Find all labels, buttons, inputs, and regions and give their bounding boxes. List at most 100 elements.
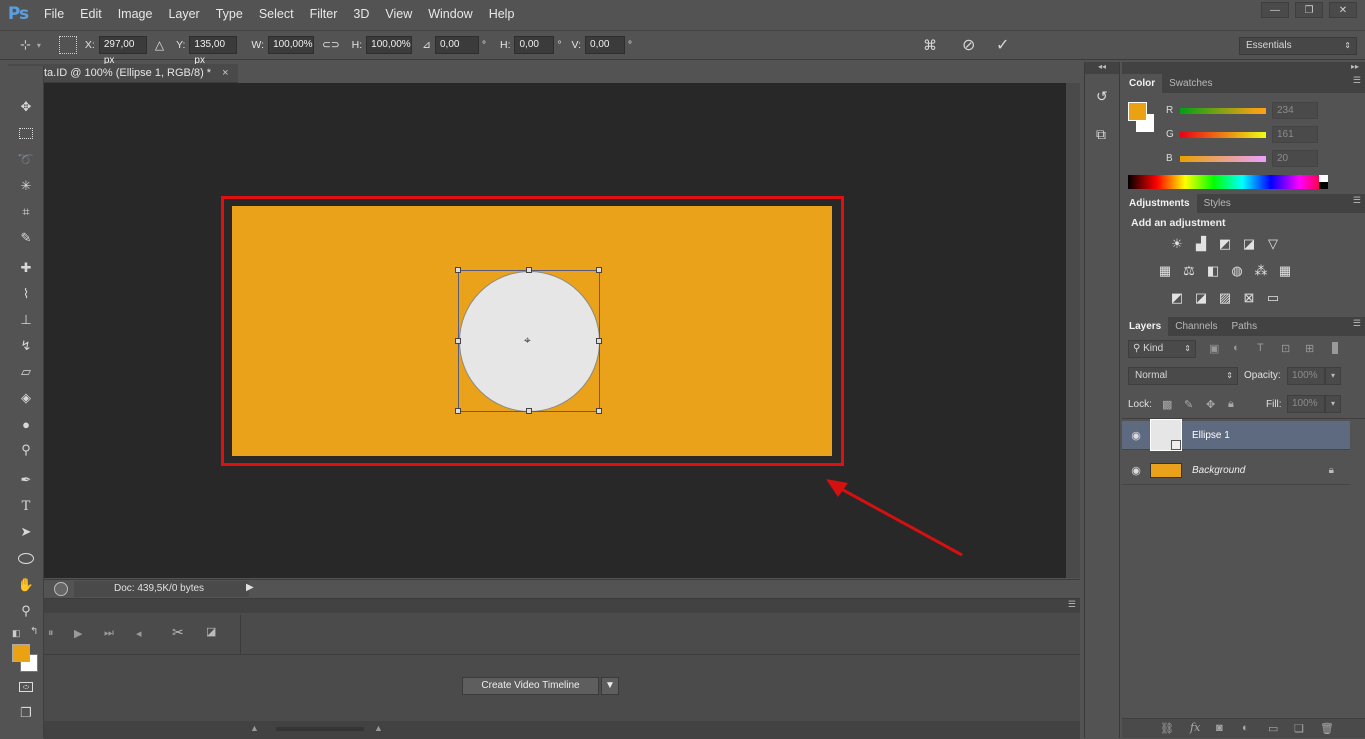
move-tool-icon[interactable]: ✥ xyxy=(16,98,36,116)
tab-color[interactable]: Color xyxy=(1122,74,1163,93)
red-value-input[interactable]: 234 xyxy=(1272,102,1318,119)
timeline-dropdown-icon[interactable]: ▼ xyxy=(601,677,619,695)
exposure-icon[interactable]: ◪ xyxy=(1241,236,1257,251)
filter-type-icon[interactable]: T xyxy=(1257,342,1264,354)
curves-icon[interactable]: ◩ xyxy=(1217,236,1233,251)
green-value-input[interactable]: 161 xyxy=(1272,126,1318,143)
delete-layer-trash-icon[interactable]: 🗑︎ xyxy=(1320,722,1334,735)
red-slider[interactable] xyxy=(1180,107,1266,114)
tab-adjustments[interactable]: Adjustments xyxy=(1122,194,1197,213)
new-group-folder-icon[interactable]: ▭ xyxy=(1268,722,1278,735)
default-colors-icon[interactable]: ◧ xyxy=(12,628,21,639)
layer-visibility-eye-icon[interactable]: ◉ xyxy=(1122,464,1150,477)
marquee-tool-icon[interactable] xyxy=(16,124,36,142)
restore-button[interactable]: ❐ xyxy=(1295,2,1323,18)
healing-brush-tool-icon[interactable]: ✚ xyxy=(16,259,36,277)
link-layers-icon[interactable]: ⛓ xyxy=(1160,722,1174,735)
filter-shape-icon[interactable]: ⊡ xyxy=(1281,342,1290,355)
menu-edit[interactable]: Edit xyxy=(72,0,110,28)
tab-paths[interactable]: Paths xyxy=(1225,317,1265,336)
fill-dropdown-icon[interactable]: ▾ xyxy=(1325,395,1341,413)
black-white-icon[interactable]: ◧ xyxy=(1205,263,1221,278)
color-spectrum-bar[interactable] xyxy=(1128,175,1328,189)
quick-mask-icon[interactable] xyxy=(16,678,36,696)
transform-handle-tl[interactable] xyxy=(455,267,461,273)
step-forward-icon[interactable]: ⏭ xyxy=(104,627,114,640)
layer-visibility-eye-icon[interactable]: ◉ xyxy=(1122,429,1150,442)
gradient-map-icon[interactable]: ▭ xyxy=(1265,290,1281,305)
threshold-icon[interactable]: ▨ xyxy=(1217,290,1233,305)
transform-handle-b[interactable] xyxy=(526,408,532,414)
menu-layer[interactable]: Layer xyxy=(160,0,207,28)
history-panel-icon[interactable]: ↺ xyxy=(1096,88,1108,105)
fill-input[interactable]: 100% xyxy=(1287,395,1325,413)
menu-window[interactable]: Window xyxy=(420,0,480,28)
link-icon[interactable]: ⊂⊃ xyxy=(322,39,340,51)
green-slider[interactable] xyxy=(1180,131,1266,138)
color-panel-menu-icon[interactable]: ☰ xyxy=(1353,75,1361,86)
menu-filter[interactable]: Filter xyxy=(302,0,346,28)
layers-panel-menu-icon[interactable]: ☰ xyxy=(1353,318,1361,329)
filter-smart-object-icon[interactable]: ⊞ xyxy=(1305,342,1314,355)
eyedropper-tool-icon[interactable]: ✎ xyxy=(16,229,36,247)
transition-icon[interactable]: ◪ xyxy=(206,625,216,638)
levels-icon[interactable]: ▟ xyxy=(1193,236,1209,251)
layer-style-fx-icon[interactable]: fx xyxy=(1190,721,1200,734)
width-input[interactable]: 100,00% xyxy=(268,36,315,54)
invert-icon[interactable]: ◩ xyxy=(1169,290,1185,305)
color-lookup-icon[interactable]: ▦ xyxy=(1277,263,1293,278)
angle-input[interactable]: 0,00 xyxy=(434,36,479,54)
ellipse-tool-icon[interactable] xyxy=(16,549,36,567)
layer-row-ellipse[interactable]: ◉ Ellipse 1 xyxy=(1122,419,1350,451)
type-tool-icon[interactable]: T xyxy=(16,497,36,515)
blur-tool-icon[interactable]: ● xyxy=(16,415,36,433)
blue-slider[interactable] xyxy=(1180,155,1266,162)
selective-color-icon[interactable]: ⊠ xyxy=(1241,290,1257,305)
spectrum-bw-swatch[interactable] xyxy=(1319,175,1328,189)
play-start-icon[interactable]: ⏸ xyxy=(48,627,54,640)
x-input[interactable]: 297,00 px xyxy=(98,36,147,66)
crop-tool-icon[interactable]: ⌗ xyxy=(16,203,36,221)
brightness-contrast-icon[interactable]: ☀ xyxy=(1169,236,1185,251)
properties-panel-icon[interactable]: ⧉ xyxy=(1096,126,1106,143)
brush-tool-icon[interactable]: ⌇ xyxy=(16,285,36,303)
clone-stamp-tool-icon[interactable]: ⊥ xyxy=(16,311,36,329)
photo-filter-icon[interactable]: ◍ xyxy=(1229,263,1245,278)
history-brush-tool-icon[interactable]: ↯ xyxy=(16,337,36,355)
transform-handle-t[interactable] xyxy=(526,267,532,273)
swap-colors-icon[interactable]: ↰ xyxy=(30,626,38,637)
filter-adjustment-icon[interactable]: ◐ xyxy=(1233,342,1240,354)
collapse-dock-icon[interactable]: ▸▸ xyxy=(1122,62,1365,74)
preset-chevron-icon[interactable]: ▾ xyxy=(37,41,41,50)
new-adjustment-layer-icon[interactable]: ◐ xyxy=(1242,722,1249,734)
layer-row-background[interactable]: ◉ Background 🔒︎ xyxy=(1122,456,1350,485)
lock-transparency-icon[interactable]: ▩ xyxy=(1162,398,1172,411)
zoom-tool-icon[interactable]: ⚲ xyxy=(16,602,36,620)
warp-icon[interactable]: ⌘ xyxy=(923,37,937,54)
move-tool-preset-icon[interactable]: ⊹ xyxy=(20,37,31,53)
close-button[interactable]: ✕ xyxy=(1329,2,1357,18)
magic-wand-tool-icon[interactable]: ✳ xyxy=(16,177,36,195)
path-selection-tool-icon[interactable]: ➤ xyxy=(16,523,36,541)
close-document-icon[interactable]: × xyxy=(222,67,228,79)
reference-point-icon[interactable] xyxy=(58,36,77,54)
opacity-input[interactable]: 100% xyxy=(1287,367,1325,385)
layer-name[interactable]: Ellipse 1 xyxy=(1192,430,1230,441)
collapse-strip-icon[interactable]: ◂◂ xyxy=(1085,62,1119,74)
y-input[interactable]: 135,00 px xyxy=(189,36,238,66)
lock-pixels-icon[interactable]: ✎ xyxy=(1184,398,1193,411)
create-video-timeline-button[interactable]: Create Video Timeline xyxy=(462,677,599,695)
new-layer-icon[interactable]: ❏ xyxy=(1294,722,1304,735)
pen-tool-icon[interactable]: ✒ xyxy=(16,471,36,489)
transform-handle-br[interactable] xyxy=(596,408,602,414)
workspace-select[interactable]: Essentials ⇕ xyxy=(1239,37,1357,55)
play-icon[interactable]: ▶ xyxy=(74,627,82,640)
dodge-tool-icon[interactable]: ⚲ xyxy=(16,441,36,459)
paint-bucket-tool-icon[interactable]: ◈ xyxy=(16,389,36,407)
foreground-color-swatch[interactable] xyxy=(12,644,30,662)
posterize-icon[interactable]: ◪ xyxy=(1193,290,1209,305)
menu-select[interactable]: Select xyxy=(251,0,302,28)
screen-mode-icon[interactable]: ❐ xyxy=(16,704,36,722)
menu-type[interactable]: Type xyxy=(208,0,251,28)
split-clip-icon[interactable]: ✂ xyxy=(172,624,184,641)
